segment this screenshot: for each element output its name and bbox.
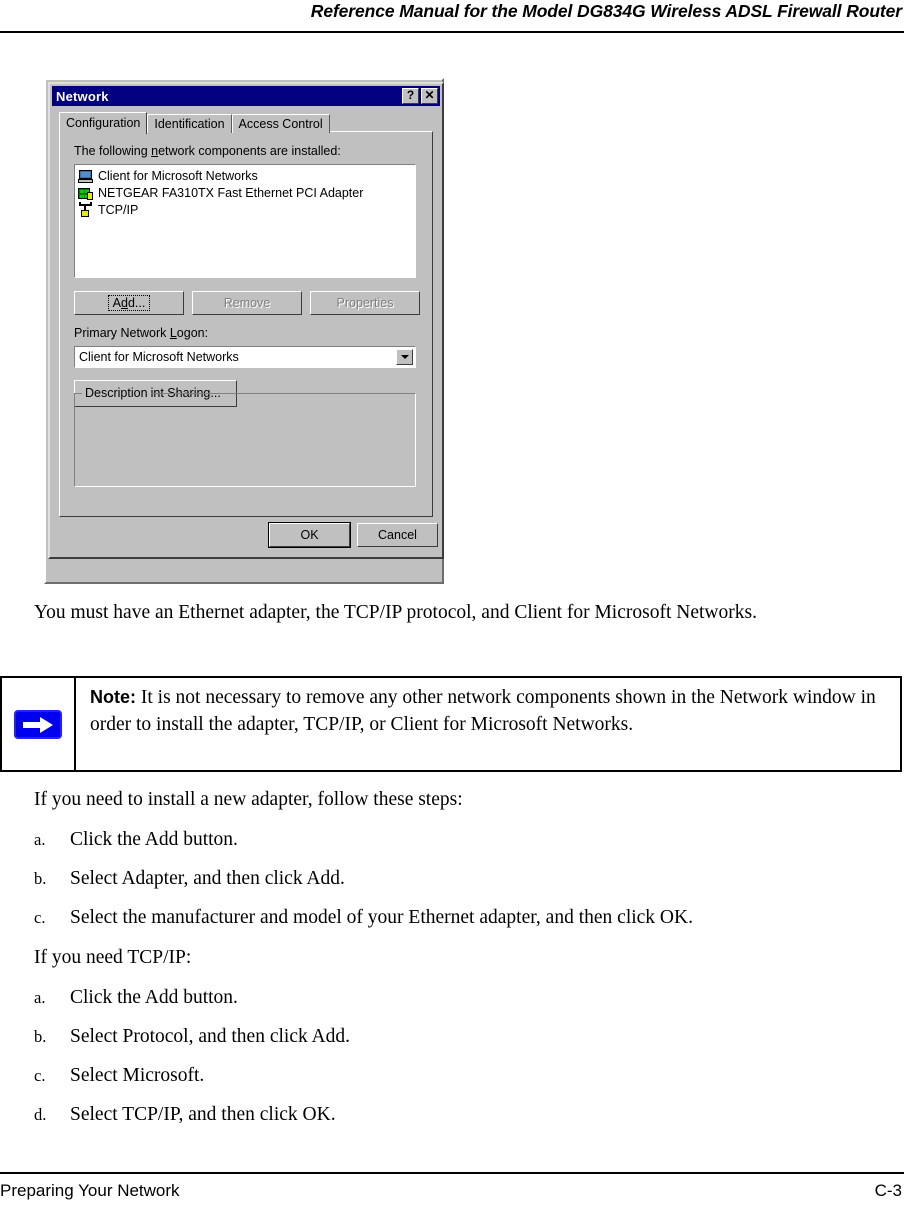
list-item: a. Click the Add button. <box>34 985 238 1011</box>
add-label-pre: A <box>112 295 121 310</box>
step-marker: d. <box>34 1105 47 1124</box>
primary-logon-label: Primary Network Logon: <box>74 326 208 340</box>
step-text: Select Adapter, and then click Add. <box>70 868 345 889</box>
add-button[interactable]: Add... <box>74 291 184 315</box>
footer-rule <box>0 1172 904 1174</box>
add-label-mnemonic: d <box>121 295 128 310</box>
list-item[interactable]: Client for Microsoft Networks <box>78 168 415 185</box>
list-item: a. Click the Add button. <box>34 827 238 853</box>
running-title: Reference Manual for the Model DG834G Wi… <box>310 1 902 21</box>
tab-identification[interactable]: Identification <box>147 114 232 133</box>
list-item-label: TCP/IP <box>98 203 139 217</box>
dialog-titlebar: Network ? ✕ <box>52 86 440 106</box>
note-text-cell: Note: It is not necessary to remove any … <box>76 678 900 770</box>
step-marker: b. <box>34 869 47 888</box>
primary-logon-value: Client for Microsoft Networks <box>79 350 239 364</box>
primary-logon-label-pre: Primary Network <box>74 326 170 340</box>
list-item: d. Select TCP/IP, and then click OK. <box>34 1102 336 1128</box>
footer-section-title: Preparing Your Network <box>0 1181 180 1200</box>
dialog-title: Network <box>56 88 109 104</box>
list-item-label: NETGEAR FA310TX Fast Ethernet PCI Adapte… <box>98 186 364 200</box>
chevron-down-icon[interactable] <box>396 349 413 365</box>
step-text: Select the manufacturer and model of you… <box>70 907 693 928</box>
step-marker: a. <box>34 830 46 849</box>
components-list-label: The following network components are ins… <box>74 144 341 158</box>
primary-logon-select[interactable]: Client for Microsoft Networks <box>74 346 416 368</box>
primary-logon-label-post: ogon: <box>176 326 209 340</box>
step-text: Click the Add button. <box>70 829 238 850</box>
step-marker: a. <box>34 988 46 1007</box>
page-footer: Preparing Your Network C-3 <box>0 1172 904 1210</box>
network-dialog-figure: Network ? ✕ Configuration Identification… <box>44 78 444 584</box>
ok-button[interactable]: OK <box>268 522 351 548</box>
primary-logon-label-mnemonic: L <box>169 326 177 340</box>
cancel-button[interactable]: Cancel <box>357 523 438 547</box>
properties-button-label: Properties <box>336 295 394 310</box>
close-icon[interactable]: ✕ <box>421 88 438 104</box>
tab-page-configuration: The following network components are ins… <box>59 131 433 517</box>
step-text: Select TCP/IP, and then click OK. <box>70 1104 336 1125</box>
properties-button[interactable]: Properties <box>310 291 420 315</box>
help-icon[interactable]: ? <box>402 88 419 104</box>
description-group-title: Description <box>82 386 151 400</box>
monitor-icon <box>78 169 94 184</box>
remove-button-label: Remove <box>223 295 271 310</box>
description-groupbox: Description <box>74 386 416 487</box>
components-label-post: etwork components are installed: <box>158 144 341 158</box>
list-item[interactable]: NETGEAR FA310TX Fast Ethernet PCI Adapte… <box>78 185 415 202</box>
list-item-label: Client for Microsoft Networks <box>98 169 258 183</box>
step-marker: c. <box>34 908 46 927</box>
step-text: Select Protocol, and then click Add. <box>70 1026 350 1047</box>
tcpip-section-lead: If you need TCP/IP: <box>34 947 192 968</box>
step-marker: c. <box>34 1066 46 1085</box>
header-rule <box>0 31 904 33</box>
remove-button[interactable]: Remove <box>192 291 302 315</box>
protocol-icon <box>78 202 94 218</box>
dialog-button-bar: OK Cancel <box>50 517 442 557</box>
list-item: b. Select Protocol, and then click Add. <box>34 1024 350 1050</box>
step-marker: b. <box>34 1027 47 1046</box>
note-text: It is not necessary to remove any other … <box>90 687 876 735</box>
list-item[interactable]: TCP/IP <box>78 202 415 219</box>
network-components-listbox[interactable]: Client for Microsoft Networks NETGEAR FA… <box>74 164 416 278</box>
note-callout: Note: It is not necessary to remove any … <box>0 676 902 772</box>
ok-button-label: OK <box>300 527 319 542</box>
note-label: Note: <box>90 687 136 707</box>
note-icon-cell <box>2 678 76 770</box>
add-button-label: Add... <box>107 294 151 312</box>
network-adapter-icon <box>78 186 94 201</box>
network-dialog-window: Network ? ✕ Configuration Identification… <box>48 82 444 559</box>
step-text: Select Microsoft. <box>70 1065 205 1086</box>
list-item: b. Select Adapter, and then click Add. <box>34 866 345 892</box>
list-item: c. Select the manufacturer and model of … <box>34 905 693 931</box>
cancel-button-label: Cancel <box>378 527 417 542</box>
dialog-tabstrip: Configuration Identification Access Cont… <box>59 112 330 134</box>
tab-access-control[interactable]: Access Control <box>231 114 330 133</box>
adapter-section-lead: If you need to install a new adapter, fo… <box>34 789 463 810</box>
list-item: c. Select Microsoft. <box>34 1063 204 1089</box>
step-text: Click the Add button. <box>70 987 238 1008</box>
page-header: Reference Manual for the Model DG834G Wi… <box>0 0 904 34</box>
tab-configuration[interactable]: Configuration <box>59 112 148 134</box>
components-label-pre: The following <box>74 144 152 158</box>
blue-right-arrow-icon <box>14 709 62 739</box>
titlebar-button-group: ? ✕ <box>402 88 438 104</box>
add-label-post: d... <box>127 295 146 310</box>
page-number: C-3 <box>874 1181 902 1200</box>
intro-paragraph: You must have an Ethernet adapter, the T… <box>34 602 757 623</box>
